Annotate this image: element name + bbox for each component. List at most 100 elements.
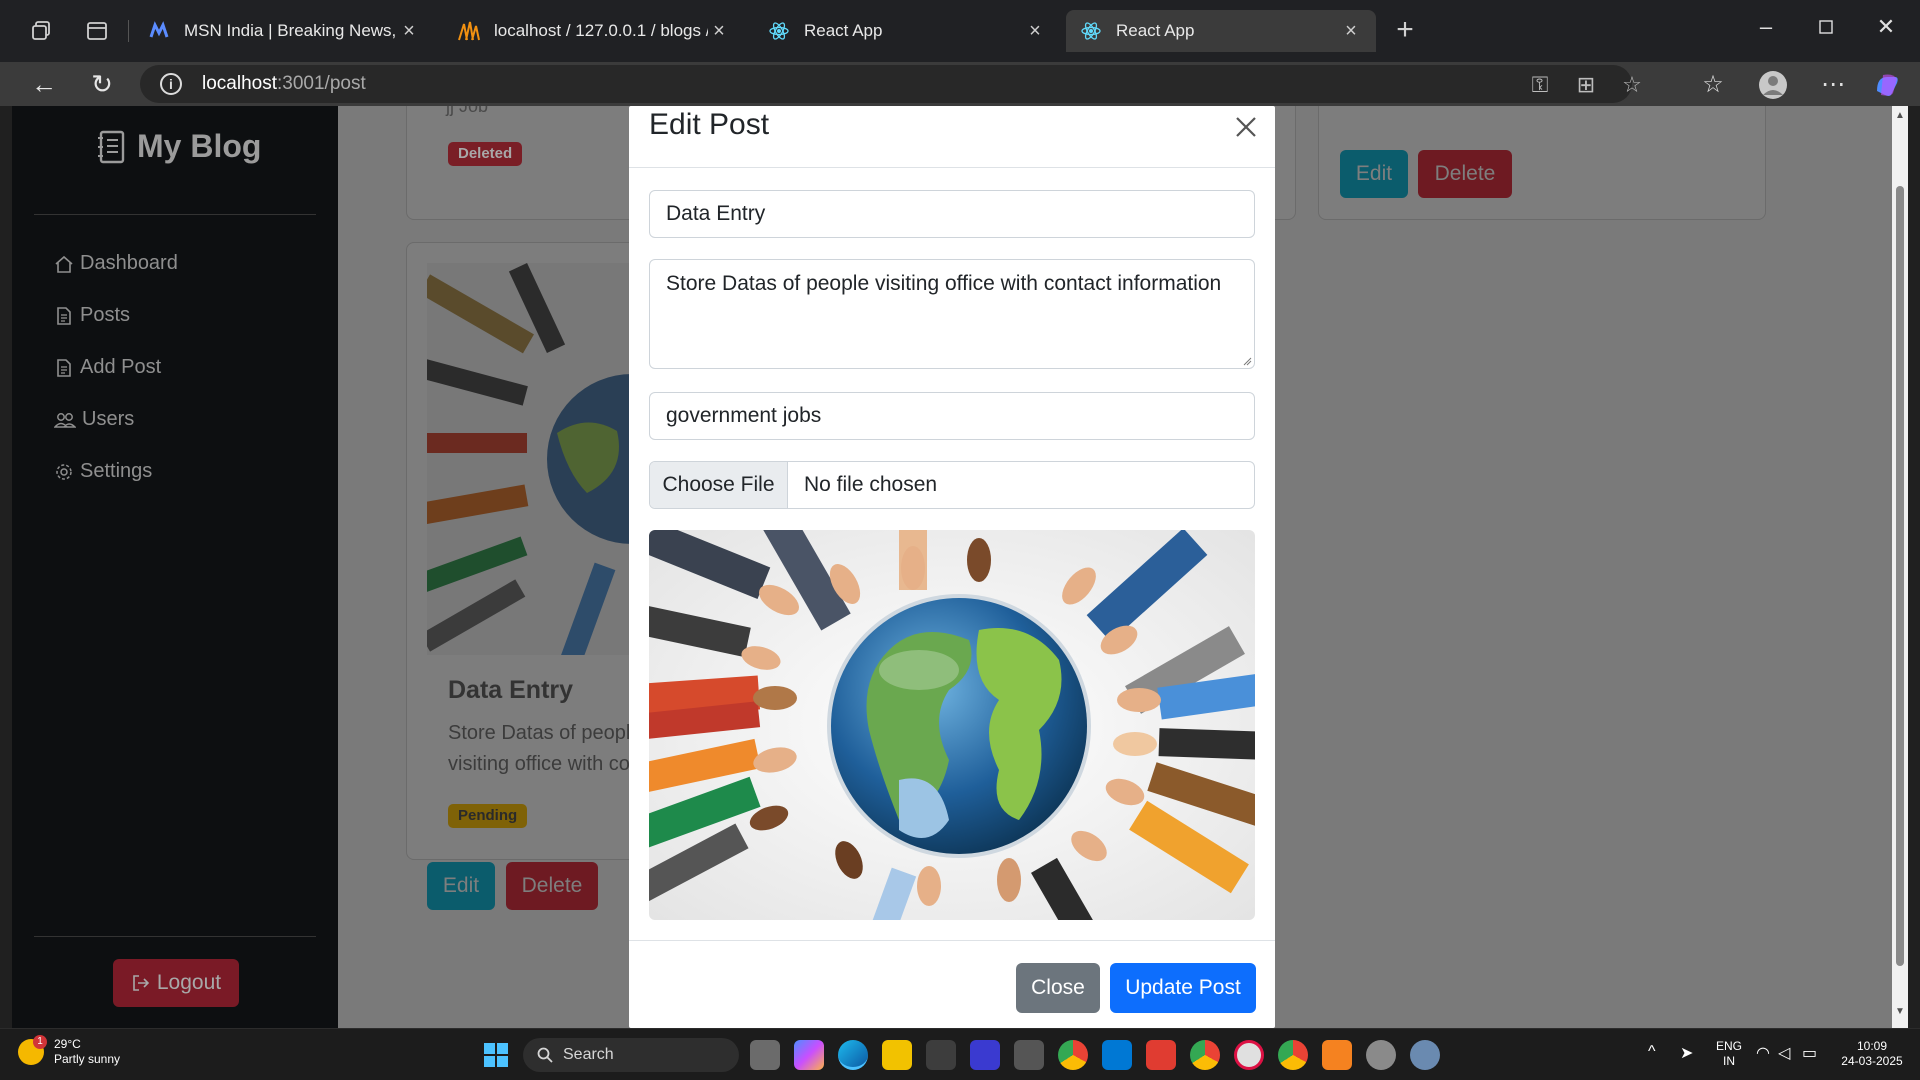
brand-title: My Blog [137,128,262,164]
react-favicon-icon [1080,20,1102,42]
key-icon[interactable]: ⚿ [1526,71,1554,99]
scroll-up-icon[interactable]: ▲ [1895,110,1905,121]
search-icon [537,1047,553,1063]
gear-icon [56,463,72,480]
edit-button[interactable]: Edit [1340,150,1408,198]
choose-file-button[interactable]: Choose File [650,462,788,508]
brand: My Blog [97,128,261,165]
chrome-app-icon[interactable] [1190,1040,1220,1070]
logout-button[interactable]: Logout [113,959,239,1007]
tab-phpmyadmin[interactable]: localhost / 127.0.0.1 / blogs / add × [444,10,744,52]
taskbar: 1 29°C Partly sunny Search ^ ➤ ENG IN ◠ … [0,1028,1920,1080]
close-button[interactable]: Close [1016,963,1100,1013]
favorites-icon[interactable]: ☆ [1696,68,1730,102]
file-input[interactable]: Choose File No file chosen [649,461,1255,509]
tab-react-app-active[interactable]: React App × [1066,10,1376,52]
edge-app-icon[interactable] [838,1040,868,1070]
taskbar-search[interactable]: Search [523,1038,739,1072]
profile-avatar-icon[interactable] [1756,68,1790,102]
modal-header: Edit Post [629,106,1275,168]
tab-msn[interactable]: MSN India | Breaking News, Enter × [134,10,434,52]
workspaces-icon[interactable] [28,18,54,44]
close-tab-icon[interactable]: × [1340,20,1362,43]
address-bar[interactable]: i localhost:3001/post ⚿ ⊞ ☆ [140,65,1642,103]
minimize-icon[interactable]: – [1746,14,1786,44]
modal-title: Edit Post [649,108,770,141]
site-info-icon[interactable]: i [160,73,182,95]
notification-badge: 1 [33,1035,47,1049]
volume-icon[interactable]: ◁ [1778,1043,1790,1063]
sidebar-item-posts[interactable]: Posts [54,304,130,327]
new-tab-icon[interactable]: + [1388,14,1422,48]
copilot-icon[interactable] [1870,68,1904,102]
category-input[interactable]: government jobs [649,392,1255,440]
favorite-star-icon[interactable]: ☆ [1618,71,1646,99]
update-post-button[interactable]: Update Post [1110,963,1256,1013]
chevron-up-icon[interactable]: ^ [1648,1043,1656,1061]
vscode-app-icon[interactable] [1102,1040,1132,1070]
edit-button[interactable]: Edit [427,862,495,910]
close-tab-icon[interactable]: × [1024,20,1046,43]
post-image [427,263,657,655]
apps-icon[interactable]: ⊞ [1572,71,1600,99]
page-scrollbar[interactable]: ▲ ▼ [1892,106,1908,1028]
settings-app-icon[interactable] [1410,1040,1440,1070]
msn-favicon-icon [148,20,170,42]
close-icon[interactable] [1231,112,1261,142]
scroll-down-icon[interactable]: ▼ [1895,1006,1905,1017]
app-icon[interactable] [970,1040,1000,1070]
sidebar-divider [34,214,316,215]
language-indicator[interactable]: ENG IN [1716,1039,1742,1069]
sidebar-item-users[interactable]: Users [54,408,134,431]
xampp-app-icon[interactable] [1322,1040,1352,1070]
title-input[interactable]: Data Entry [649,190,1255,238]
time-label: 10:09 [1856,1039,1888,1053]
wifi-icon[interactable]: ◠ [1756,1043,1770,1063]
weather-widget[interactable]: 1 29°C Partly sunny [18,1035,120,1067]
sidebar-item-label: Settings [80,460,153,482]
description-textarea[interactable]: Store Datas of people visiting office wi… [649,259,1255,369]
app-icon[interactable] [1014,1040,1044,1070]
sidebar-item-dashboard[interactable]: Dashboard [54,252,178,275]
vertical-tabs-icon[interactable] [84,18,110,44]
refresh-icon[interactable]: ↻ [86,68,118,100]
tab-title: React App [804,21,883,40]
sidebar-item-settings[interactable]: Settings [54,460,152,483]
modal-footer: Close Update Post [629,940,1275,1028]
tab-title: React App [1116,21,1195,40]
chrome-app-icon[interactable] [1278,1040,1308,1070]
copilot-app-icon[interactable] [794,1040,824,1070]
battery-icon[interactable]: ▭ [1802,1043,1817,1063]
location-icon[interactable]: ➤ [1680,1043,1693,1063]
app-icon[interactable] [1146,1040,1176,1070]
sidebar-item-add-post[interactable]: Add Post [54,356,161,379]
resize-grip-icon[interactable] [1242,356,1252,366]
windows-start-icon[interactable] [484,1043,508,1067]
maximize-icon[interactable] [1806,14,1846,44]
delete-button[interactable]: Delete [1418,150,1512,198]
settings-app-icon[interactable] [1366,1040,1396,1070]
file-explorer-icon[interactable] [882,1040,912,1070]
status-badge-deleted: Deleted [448,142,523,166]
tab-react-app-1[interactable]: React App × [754,10,1060,52]
chrome-app-icon[interactable] [1058,1040,1088,1070]
task-view-icon[interactable] [750,1040,780,1070]
logout-label: Logout [156,971,222,994]
sidebar-item-label: Add Post [80,356,162,378]
delete-button[interactable]: Delete [506,862,598,910]
clock[interactable]: 10:09 24-03-2025 [1834,1039,1910,1069]
close-tab-icon[interactable]: × [398,20,420,43]
more-menu-icon[interactable]: ⋯ [1816,68,1850,102]
url-text[interactable]: localhost:3001/post [202,73,366,95]
phpmyadmin-favicon-icon [458,20,480,42]
react-favicon-icon [768,20,790,42]
close-tab-icon[interactable]: × [708,20,730,43]
app-icon[interactable] [926,1040,956,1070]
scroll-thumb[interactable] [1896,186,1904,966]
address-bar-row: ← ↻ i localhost:3001/post ⚿ ⊞ ☆ ☆ ⋯ [0,62,1920,106]
status-badge-pending: Pending [448,804,528,828]
back-arrow-icon[interactable]: ← [28,68,60,100]
app-icon[interactable] [1234,1040,1264,1070]
close-window-icon[interactable]: ✕ [1866,14,1906,44]
tab-title: localhost / 127.0.0.1 / blogs / add [494,21,708,40]
